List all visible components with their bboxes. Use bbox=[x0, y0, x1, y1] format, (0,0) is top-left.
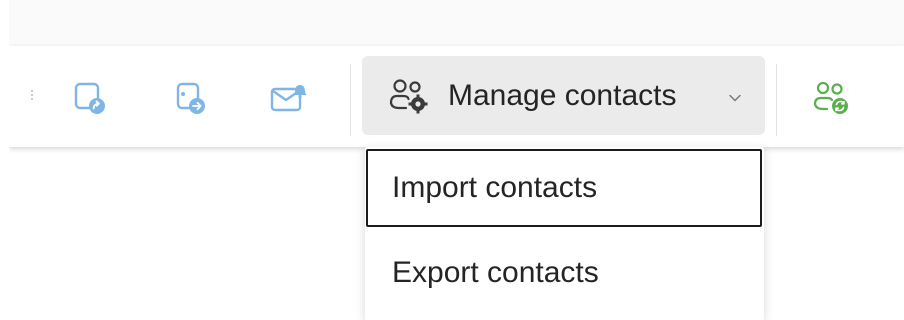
share-to-teams-button[interactable] bbox=[70, 78, 110, 118]
toolbar-divider bbox=[350, 64, 351, 136]
toolbar-overflow-icon[interactable] bbox=[31, 90, 33, 100]
share-to-teams-icon bbox=[74, 82, 105, 114]
mail-contact-icon bbox=[270, 85, 307, 112]
menu-item-export-contacts[interactable]: Export contacts bbox=[366, 234, 762, 312]
people-sync-icon bbox=[813, 81, 848, 114]
manage-contacts-label: Manage contacts bbox=[448, 79, 677, 112]
manage-contacts-menu: Import contacts Export contacts bbox=[365, 147, 764, 320]
people-sync-button[interactable] bbox=[812, 78, 852, 118]
menu-item-label: Export contacts bbox=[392, 256, 599, 289]
forward-contact-button[interactable] bbox=[170, 78, 210, 118]
menu-item-import-contacts[interactable]: Import contacts bbox=[366, 149, 762, 227]
manage-contacts-button[interactable]: Manage contacts bbox=[362, 56, 765, 135]
window-background-strip bbox=[0, 0, 904, 46]
chevron-down-icon bbox=[729, 94, 741, 102]
mail-contact-button[interactable] bbox=[268, 78, 308, 118]
toolbar-divider bbox=[776, 64, 777, 136]
people-settings-icon bbox=[389, 79, 428, 114]
forward-contact-icon bbox=[176, 82, 205, 114]
left-edge bbox=[0, 0, 9, 320]
menu-item-label: Import contacts bbox=[392, 171, 598, 204]
